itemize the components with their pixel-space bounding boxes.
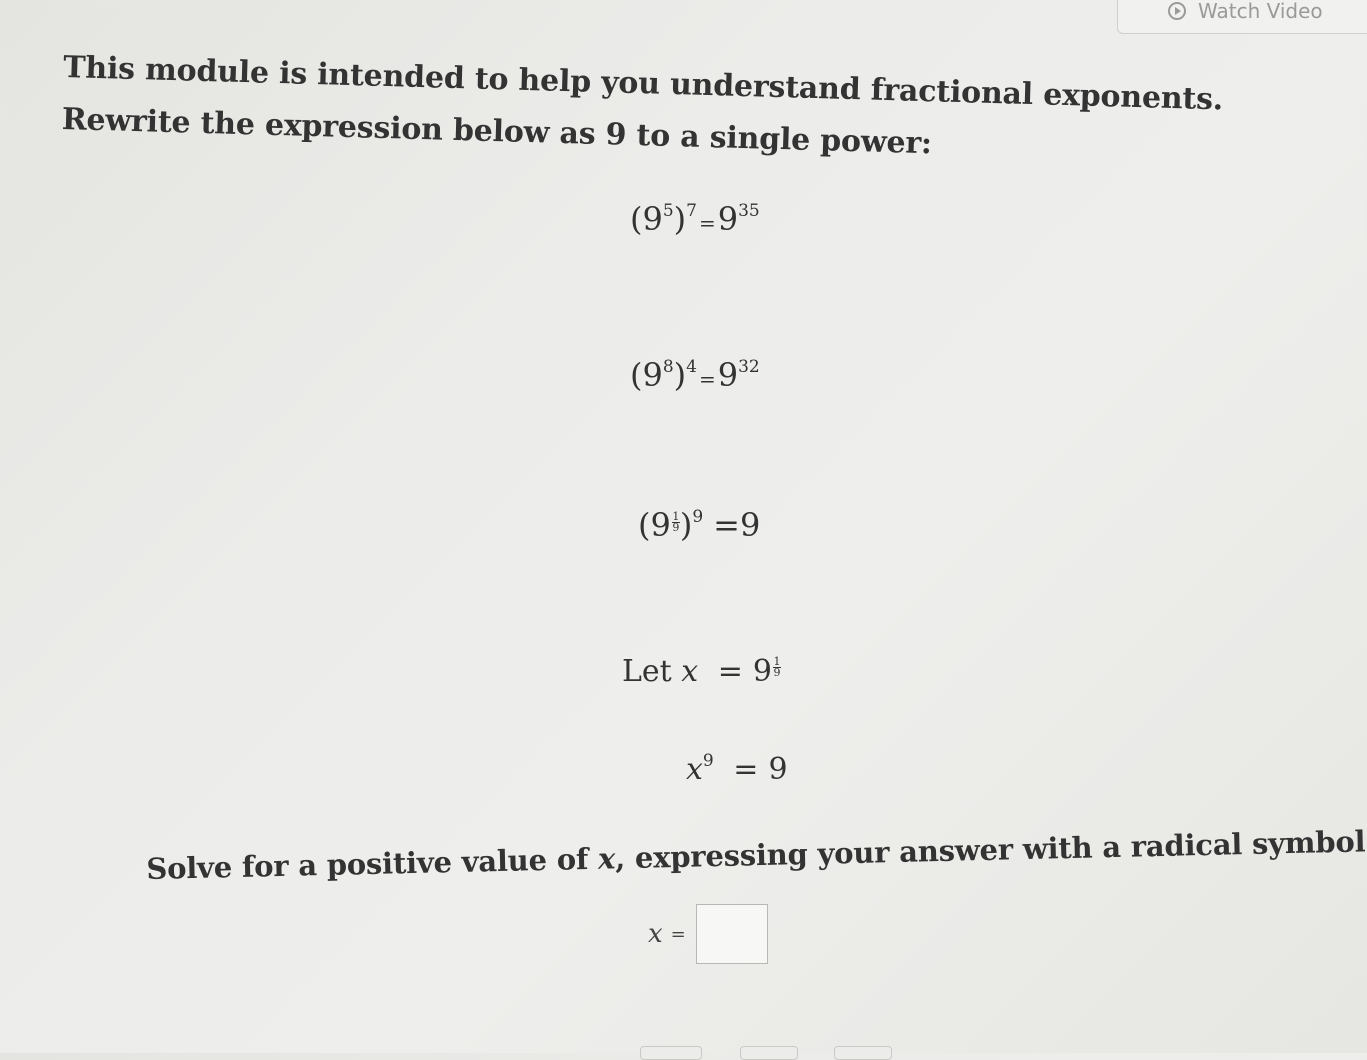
eq3-equals: = [713,506,740,544]
let-var: x [681,654,699,689]
let-prefix: Let [622,654,672,689]
equation-2: (98)4 =932 [630,356,760,394]
eq3-outer-exp: 9 [692,507,704,528]
power-equals: = [733,752,759,787]
answer-var: x [648,919,663,949]
let-statement: Let x = 9 1 9 [622,654,781,689]
prompt-text-after: , expressing your answer with a radical … [614,824,1367,876]
eq3-fraction-exp: 19 [671,511,680,534]
eq1-outer-exp: 7 [686,201,697,222]
bottom-control-1[interactable] [640,1046,702,1060]
let-frac-den: 9 [773,666,781,679]
play-icon [1168,2,1186,20]
instructions: This module is intended to help you unde… [61,42,1224,178]
answer-input[interactable] [695,904,768,964]
eq2-outer-exp: 4 [686,357,697,378]
power-statement: x9 = 9 [686,751,788,787]
eq3-result: 9 [739,506,761,544]
eq2-base: 9 [642,356,663,394]
let-equals: = [717,654,743,689]
equation-1: (95)7 =935 [630,200,760,238]
eq1-inner-exp: 5 [662,201,674,222]
watch-video-button[interactable]: Watch Video [1117,0,1367,34]
eq3-base: 9 [650,506,671,544]
eq1-base: 9 [642,200,663,238]
prompt-text-before: Solve for a positive value of [146,841,599,886]
eq1-result-exp: 35 [738,201,760,222]
eq2-result-exp: 32 [738,357,760,378]
bottom-control-3[interactable] [834,1046,892,1060]
bottom-control-2[interactable] [740,1046,798,1060]
let-fraction-exp: 19 [772,656,781,679]
answer-row: x = [648,904,768,964]
eq2-inner-exp: 8 [662,357,674,378]
watch-video-label: Watch Video [1198,0,1323,23]
eq1-result-base: 9 [717,200,739,238]
power-var: x [686,752,703,787]
equation-3: (9 1 9)9 =9 [638,506,761,544]
let-base: 9 [752,654,772,689]
prompt-var: x [597,841,616,876]
eq2-equals: = [698,367,716,391]
eq3-frac-den: 9 [672,521,680,534]
eq2-result-base: 9 [717,356,739,394]
eq1-equals: = [698,211,716,235]
answer-equals: = [670,923,686,945]
solve-prompt: Solve for a positive value of x, express… [146,824,1367,886]
power-exp: 9 [702,751,714,771]
power-result: 9 [768,752,788,787]
